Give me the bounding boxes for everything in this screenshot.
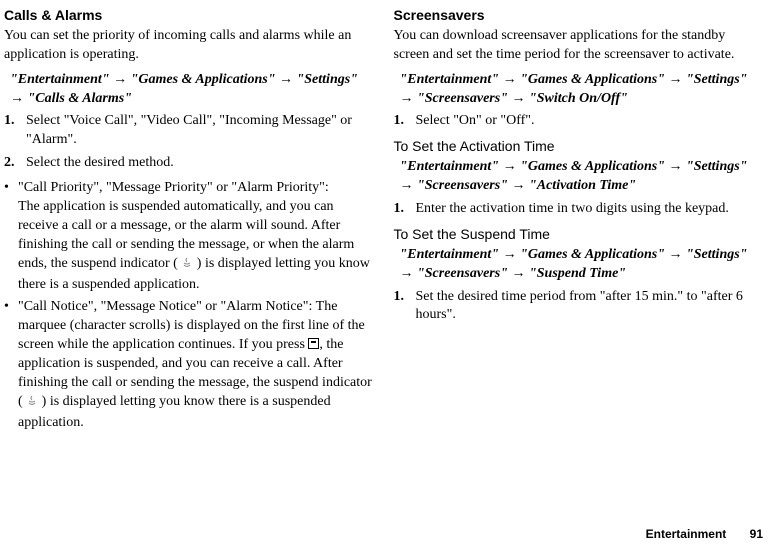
arrow-icon: → bbox=[669, 159, 687, 174]
footer-page-number: 91 bbox=[750, 527, 763, 541]
step-text: Enter the activation time in two digits … bbox=[416, 200, 764, 219]
path-seg: "Suspend Time" bbox=[529, 266, 626, 281]
step-text: Select "On" or "Off". bbox=[416, 112, 764, 131]
bullet-body-c: ) is displayed letting you know there is… bbox=[18, 394, 331, 430]
menu-path-suspend: "Entertainment" → "Games & Applications"… bbox=[400, 246, 764, 284]
path-seg: "Settings" bbox=[686, 72, 747, 87]
path-seg: "Calls & Alarms" bbox=[28, 91, 133, 106]
path-seg: "Games & Applications" bbox=[520, 72, 665, 87]
path-seg: "Settings" bbox=[686, 247, 747, 262]
path-seg: "Entertainment" bbox=[400, 72, 500, 87]
path-seg: "Settings" bbox=[297, 72, 358, 87]
bullet-head: "Call Priority", "Message Priority" or "… bbox=[18, 180, 329, 195]
step-item: 2. Select the desired method. bbox=[4, 154, 374, 173]
subhead-activation: To Set the Activation Time bbox=[394, 137, 764, 156]
menu-path-switch: "Entertainment" → "Games & Applications"… bbox=[400, 71, 764, 109]
arrow-icon: → bbox=[503, 72, 521, 87]
key-icon bbox=[308, 338, 319, 349]
bullet-marker: • bbox=[4, 179, 18, 198]
path-seg: "Entertainment" bbox=[400, 159, 500, 174]
path-seg: "Activation Time" bbox=[529, 178, 636, 193]
step-text: Select the desired method. bbox=[26, 154, 374, 173]
bullet-head: "Call Notice", "Message Notice" or "Alar… bbox=[18, 299, 312, 314]
arrow-icon: → bbox=[511, 266, 529, 281]
java-icon bbox=[181, 257, 193, 276]
path-seg: "Entertainment" bbox=[400, 247, 500, 262]
path-seg: "Games & Applications" bbox=[520, 159, 665, 174]
arrow-icon: → bbox=[113, 72, 131, 87]
section-title-screensavers: Screensavers bbox=[394, 6, 764, 25]
arrow-icon: → bbox=[279, 72, 297, 87]
step-number: 1. bbox=[394, 288, 416, 307]
java-icon bbox=[26, 395, 38, 414]
arrow-icon: → bbox=[400, 266, 418, 281]
arrow-icon: → bbox=[669, 247, 687, 262]
step-text: Set the desired time period from "after … bbox=[416, 288, 764, 326]
path-seg: "Screensavers" bbox=[417, 266, 508, 281]
arrow-icon: → bbox=[511, 91, 529, 106]
arrow-icon: → bbox=[503, 159, 521, 174]
step-number: 1. bbox=[394, 112, 416, 131]
arrow-icon: → bbox=[400, 178, 418, 193]
step-text: Select "Voice Call", "Video Call", "Inco… bbox=[26, 112, 374, 150]
step-item: 1. Select "Voice Call", "Video Call", "I… bbox=[4, 112, 374, 150]
arrow-icon: → bbox=[669, 72, 687, 87]
path-seg: "Screensavers" bbox=[417, 91, 508, 106]
path-seg: "Switch On/Off" bbox=[529, 91, 628, 106]
menu-path-activation: "Entertainment" → "Games & Applications"… bbox=[400, 158, 764, 196]
path-seg: "Settings" bbox=[686, 159, 747, 174]
bullet-marker: • bbox=[4, 298, 18, 317]
step-number: 1. bbox=[394, 200, 416, 219]
step-number: 1. bbox=[4, 112, 26, 131]
step-item: 1. Set the desired time period from "aft… bbox=[394, 288, 764, 326]
path-seg: "Entertainment" bbox=[10, 72, 110, 87]
bullet-item: • "Call Notice", "Message Notice" or "Al… bbox=[4, 298, 374, 432]
bullet-text: "Call Priority", "Message Priority" or "… bbox=[18, 179, 374, 294]
page-footer: Entertainment 91 bbox=[646, 526, 763, 542]
arrow-icon: → bbox=[10, 91, 28, 106]
step-item: 1. Enter the activation time in two digi… bbox=[394, 200, 764, 219]
bullet-item: • "Call Priority", "Message Priority" or… bbox=[4, 179, 374, 294]
path-seg: "Games & Applications" bbox=[131, 72, 276, 87]
intro-screensavers: You can download screensaver application… bbox=[394, 27, 764, 65]
step-number: 2. bbox=[4, 154, 26, 173]
section-title-calls: Calls & Alarms bbox=[4, 6, 374, 25]
footer-chapter: Entertainment bbox=[646, 527, 727, 541]
arrow-icon: → bbox=[400, 91, 418, 106]
path-seg: "Games & Applications" bbox=[520, 247, 665, 262]
step-item: 1. Select "On" or "Off". bbox=[394, 112, 764, 131]
arrow-icon: → bbox=[511, 178, 529, 193]
arrow-icon: → bbox=[503, 247, 521, 262]
subhead-suspend: To Set the Suspend Time bbox=[394, 225, 764, 244]
bullet-text: "Call Notice", "Message Notice" or "Alar… bbox=[18, 298, 374, 432]
menu-path-calls: "Entertainment" → "Games & Applications"… bbox=[10, 71, 374, 109]
path-seg: "Screensavers" bbox=[417, 178, 508, 193]
intro-calls: You can set the priority of incoming cal… bbox=[4, 27, 374, 65]
